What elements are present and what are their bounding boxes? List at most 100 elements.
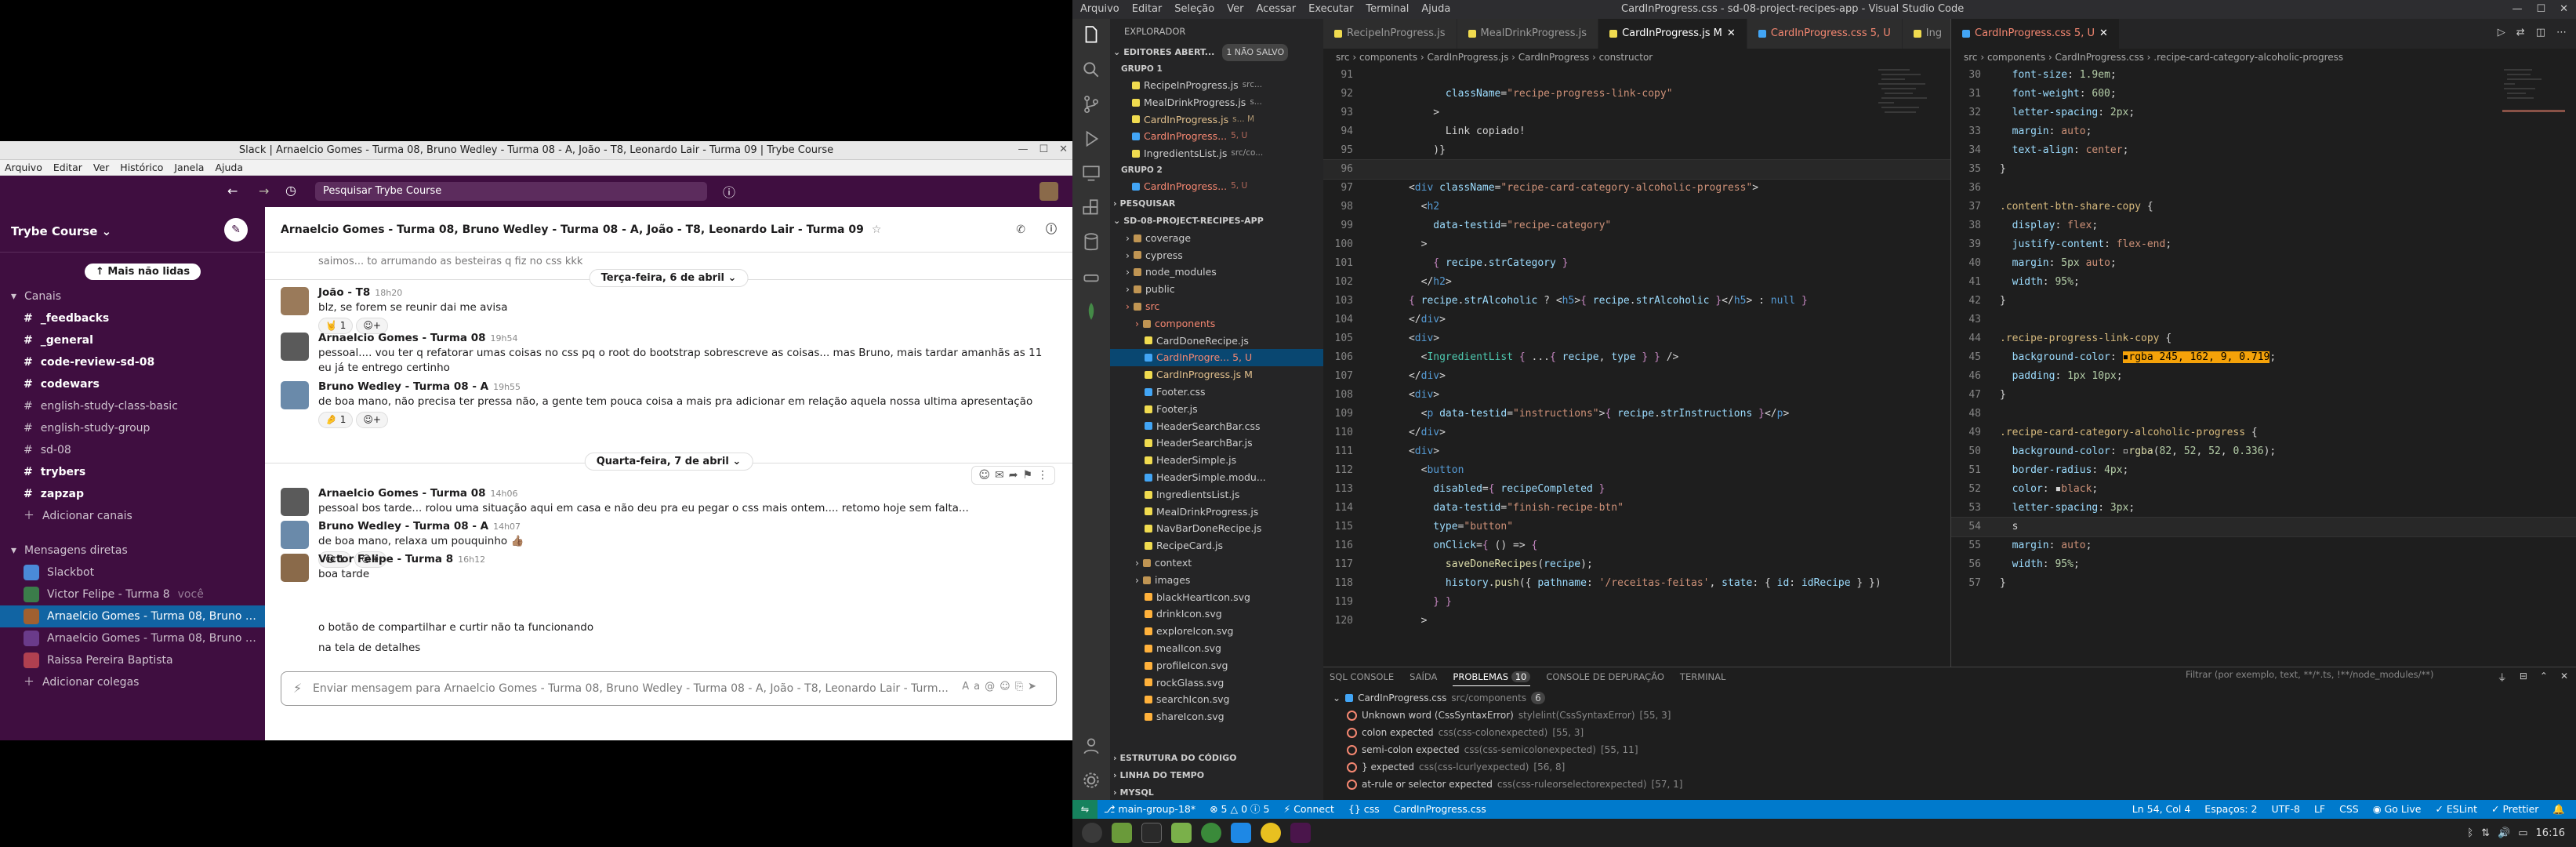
menu-item[interactable]: Terminal: [1366, 0, 1409, 19]
file-tree-item[interactable]: profileIcon.svg: [1110, 657, 1323, 674]
terminal-icon[interactable]: [1141, 823, 1162, 843]
battery-icon[interactable]: ▭: [2518, 827, 2527, 839]
file-tree-item[interactable]: HeaderSimple.js: [1110, 452, 1323, 469]
message-time[interactable]: 14h07: [493, 522, 521, 532]
add-reaction-icon[interactable]: ☺: [978, 469, 990, 482]
sidebar-channel[interactable]: # _general: [0, 329, 265, 351]
volume-icon[interactable]: 🔊: [2498, 827, 2510, 839]
menu-item[interactable]: Ver: [1227, 0, 1243, 19]
file-tree-item[interactable]: MealDrinkProgress.js: [1110, 503, 1323, 521]
avatar[interactable]: [281, 554, 309, 582]
account-icon[interactable]: [1081, 736, 1101, 756]
day-pill[interactable]: Terça-feira, 6 de abril ⌄: [589, 269, 749, 287]
sidebar-dm[interactable]: Raissa Pereira Baptista: [0, 649, 265, 671]
folder-icon[interactable]: [1171, 823, 1192, 843]
tab-output[interactable]: SAÍDA: [1410, 667, 1437, 686]
avatar[interactable]: [281, 333, 309, 361]
file-tree-item[interactable]: exploreIcon.svg: [1110, 623, 1323, 640]
sidebar-dm[interactable]: Slackbot: [0, 562, 265, 583]
file-tree-item[interactable]: › context: [1110, 554, 1323, 572]
avatar[interactable]: [281, 521, 309, 549]
database-icon[interactable]: [1081, 232, 1101, 253]
file-tree-item[interactable]: › public: [1110, 281, 1323, 298]
message-author[interactable]: Bruno Wedley - Turma 08 - A: [318, 520, 488, 533]
run-debug-icon[interactable]: [1081, 129, 1101, 149]
help-icon[interactable]: ⓘ: [723, 182, 735, 201]
timeline-header[interactable]: › LINHA DO TEMPO: [1110, 767, 1323, 784]
file-tree-item[interactable]: CardInProgress.js M: [1110, 366, 1323, 384]
remote-explorer-icon[interactable]: [1081, 163, 1101, 184]
docker-icon[interactable]: [1081, 267, 1101, 287]
channels-header[interactable]: ▾ Canais: [0, 285, 265, 307]
reaction[interactable]: 🤌 1: [318, 412, 354, 428]
vscode-icon[interactable]: [1231, 823, 1251, 843]
file-tree-item[interactable]: › coverage: [1110, 230, 1323, 247]
open-editor-item[interactable]: MealDrinkProgress.js s...: [1110, 94, 1323, 111]
conversation-title[interactable]: Arnaelcio Gomes - Turma 08, Bruno Wedley…: [281, 207, 864, 253]
formatting-icon[interactable]: ⚡: [293, 681, 302, 696]
history-icon[interactable]: ◷: [285, 183, 296, 198]
mongodb-icon[interactable]: [1081, 301, 1101, 322]
menu-item[interactable]: Executar: [1308, 0, 1353, 19]
share-icon[interactable]: ➦: [1009, 469, 1018, 482]
file-tree-item[interactable]: shareIcon.svg: [1110, 708, 1323, 725]
avatar[interactable]: [281, 381, 309, 409]
message-author[interactable]: Arnaelcio Gomes - Turma 08: [318, 332, 486, 344]
git-branch[interactable]: ⎇ main-group-18*: [1104, 800, 1195, 819]
message-time[interactable]: 14h06: [491, 489, 518, 499]
add-colleagues[interactable]: ＋ Adicionar colegas: [0, 671, 265, 693]
file-tree-item[interactable]: mealIcon.svg: [1110, 640, 1323, 657]
collapse-all-icon[interactable]: ⊟: [2520, 671, 2527, 684]
composer-tools-icon[interactable]: Aa@☺⎘➤: [962, 681, 1041, 693]
go-live[interactable]: ◉ Go Live: [2373, 800, 2422, 819]
file-tree-item[interactable]: CardInProgre... 5, U: [1110, 349, 1323, 367]
open-editors-header[interactable]: ⌄ EDITORES ABERT... 1 NÃO SALVO: [1110, 44, 1323, 61]
eslint[interactable]: ✓ ESLint: [2435, 800, 2477, 819]
sidebar-channel[interactable]: # zapzap: [0, 483, 265, 505]
file-tree-item[interactable]: RecipeCard.js: [1110, 537, 1323, 554]
editor-tab[interactable]: CardInProgress.js M ✕: [1598, 19, 1747, 49]
message-time[interactable]: 19h54: [491, 333, 518, 344]
tab-terminal[interactable]: TERMINAL: [1680, 667, 1725, 686]
sidebar-channel[interactable]: # _feedbacks: [0, 307, 265, 329]
file-tree-item[interactable]: Footer.js: [1110, 401, 1323, 418]
source-control-icon[interactable]: [1081, 94, 1101, 115]
run-icon[interactable]: ▷: [2498, 27, 2505, 38]
file-tree-item[interactable]: CardDoneRecipe.js: [1110, 333, 1323, 350]
open-editor-item[interactable]: CardInProgress... 5, U: [1110, 178, 1323, 195]
problem-item[interactable]: Unknown word (CssSyntaxError) stylelint(C…: [1323, 707, 2576, 724]
message-time[interactable]: 19h55: [493, 382, 521, 392]
file-tree-item[interactable]: Footer.css: [1110, 384, 1323, 401]
message-author[interactable]: Victor Felipe - Turma 8: [318, 553, 453, 565]
remote-icon[interactable]: ⇋: [1072, 800, 1098, 819]
prettier[interactable]: ✓ Prettier: [2491, 800, 2538, 819]
tab-sql-console[interactable]: SQL CONSOLE: [1330, 667, 1394, 686]
sidebar-channel[interactable]: # codewars: [0, 373, 265, 395]
add-reaction-icon[interactable]: ☺+: [356, 412, 388, 428]
problem-item[interactable]: at-rule or selector expected css(css-rule…: [1323, 776, 2576, 793]
maximize-panel-icon[interactable]: ⌃: [2540, 671, 2548, 684]
open-editor-item[interactable]: IngredientsList.js src/co...: [1110, 145, 1323, 162]
sidebar-channel[interactable]: # trybers: [0, 461, 265, 483]
more-icon[interactable]: ⋮: [1037, 469, 1048, 482]
message-time[interactable]: 18h20: [375, 288, 402, 298]
minimize-icon[interactable]: —: [1018, 144, 1028, 155]
bluetooth-icon[interactable]: ᛒ: [2467, 827, 2473, 839]
file-tree-item[interactable]: IngredientsList.js: [1110, 486, 1323, 503]
search-section-header[interactable]: › PESQUISAR: [1110, 195, 1323, 213]
menu-item[interactable]: Seleção: [1174, 0, 1214, 19]
problems-count[interactable]: ⊗ 5 △ 0 ⓘ 5: [1210, 800, 1269, 819]
editor-tab[interactable]: RecipeInProgress.js: [1323, 19, 1457, 49]
close-icon[interactable]: ✕: [1059, 144, 1068, 155]
sidebar-channel[interactable]: # english-study-class-basic: [0, 395, 265, 417]
day-pill[interactable]: Quarta-feira, 7 de abril ⌄: [584, 453, 753, 471]
close-icon[interactable]: ✕: [2560, 0, 2568, 19]
avatar[interactable]: [281, 488, 309, 516]
file-tree-item[interactable]: › components: [1110, 315, 1323, 333]
menu-ajuda[interactable]: Ajuda: [215, 160, 243, 175]
breadcrumb[interactable]: src › components › CardInProgress.css › …: [1951, 49, 2576, 66]
extensions-icon[interactable]: [1081, 198, 1101, 218]
search-icon[interactable]: [1081, 60, 1101, 80]
minimap[interactable]: [1877, 66, 1939, 380]
file-tree-item[interactable]: › cypress: [1110, 247, 1323, 264]
